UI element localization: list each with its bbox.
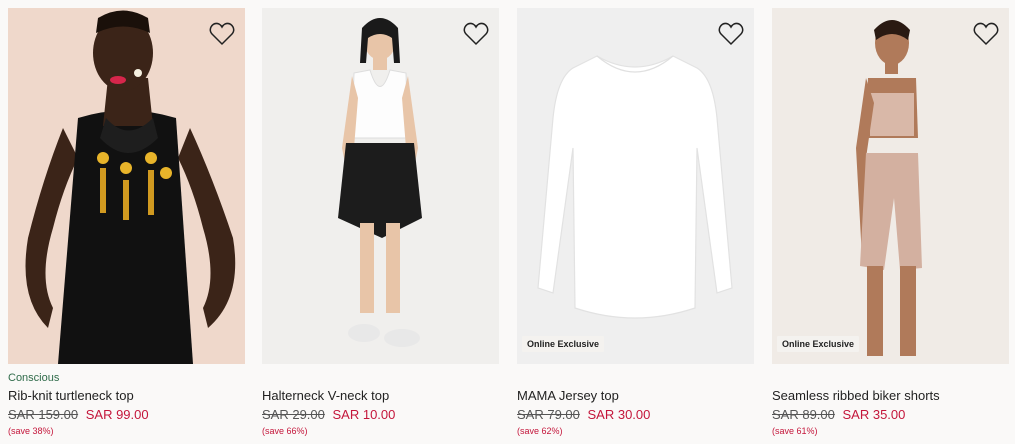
original-price: SAR 159.00: [8, 407, 79, 422]
product-card[interactable]: Online Exclusive MAMA Jersey top SAR 79.…: [517, 0, 754, 444]
online-exclusive-badge: Online Exclusive: [522, 336, 605, 352]
price-row: SAR 79.00 SAR 30.00: [517, 407, 650, 422]
product-card[interactable]: Conscious Rib-knit turtleneck top SAR 15…: [8, 0, 245, 444]
product-card[interactable]: Halterneck V-neck top SAR 29.00 SAR 10.0…: [262, 0, 499, 444]
original-price: SAR 79.00: [517, 407, 580, 422]
favorite-button[interactable]: [971, 20, 1001, 48]
favorite-button[interactable]: [461, 20, 491, 48]
sale-price: SAR 10.00: [332, 407, 396, 422]
conscious-tag: Conscious: [8, 372, 60, 384]
product-name[interactable]: MAMA Jersey top: [517, 388, 619, 403]
product-name[interactable]: Rib-knit turtleneck top: [8, 388, 134, 403]
model-photo: [8, 8, 245, 364]
heart-outline-icon: [973, 22, 999, 46]
price-row: SAR 29.00 SAR 10.00: [262, 407, 395, 422]
price-row: SAR 89.00 SAR 35.00: [772, 407, 905, 422]
sale-price: SAR 99.00: [85, 407, 149, 422]
original-price: SAR 89.00: [772, 407, 835, 422]
heart-outline-icon: [463, 22, 489, 46]
sale-price: SAR 30.00: [587, 407, 651, 422]
product-image[interactable]: Online Exclusive: [517, 8, 754, 364]
product-name[interactable]: Seamless ribbed biker shorts: [772, 388, 940, 403]
product-image[interactable]: [8, 8, 245, 364]
original-price: SAR 29.00: [262, 407, 325, 422]
discount-text: (save 38%): [8, 426, 54, 436]
favorite-button[interactable]: [716, 20, 746, 48]
sale-price: SAR 35.00: [842, 407, 906, 422]
discount-text: (save 61%): [772, 426, 818, 436]
product-name[interactable]: Halterneck V-neck top: [262, 388, 389, 403]
product-card[interactable]: Online Exclusive Seamless ribbed biker s…: [772, 0, 1009, 444]
heart-outline-icon: [209, 22, 235, 46]
product-image[interactable]: Online Exclusive: [772, 8, 1009, 364]
heart-outline-icon: [718, 22, 744, 46]
model-photo: [772, 8, 1009, 364]
product-image[interactable]: [262, 8, 499, 364]
discount-text: (save 66%): [262, 426, 308, 436]
online-exclusive-badge: Online Exclusive: [777, 336, 860, 352]
model-photo: [262, 8, 499, 364]
discount-text: (save 62%): [517, 426, 563, 436]
garment-photo: [517, 8, 754, 364]
price-row: SAR 159.00 SAR 99.00: [8, 407, 149, 422]
favorite-button[interactable]: [207, 20, 237, 48]
